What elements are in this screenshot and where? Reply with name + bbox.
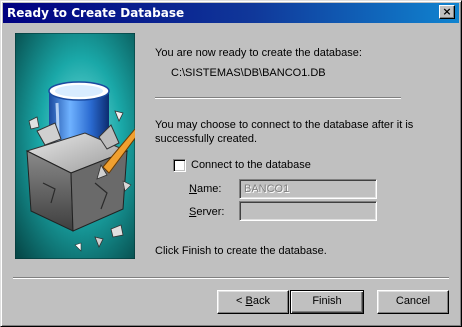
server-label: Server: [189,206,224,218]
finish-label: Finish [312,295,342,307]
connect-checkbox-label-text: Connect to the database [191,159,311,171]
back-label-prefix: < [236,295,246,307]
name-field[interactable]: BANCO1 [239,179,377,199]
title-bar[interactable]: Ready to Create Database × [3,3,459,23]
back-label-accesskey: B [245,295,253,307]
name-label-rest: ame: [196,183,222,195]
connect-checkbox[interactable] [173,159,186,172]
back-button[interactable]: < Back [217,290,289,314]
connect-explanation-line2: successfully created. [155,133,258,145]
button-area-divider [13,277,449,279]
connect-checkbox-label[interactable]: Connect to the database [191,159,311,171]
name-label: Name: [189,183,221,195]
back-label-rest: ack [252,295,270,307]
finish-button[interactable]: Finish [290,290,364,314]
window-title: Ready to Create Database [7,6,185,20]
ready-to-create-database-dialog: Ready to Create Database × You are now r… [0,0,462,327]
close-icon: × [442,5,452,18]
cancel-label: Cancel [395,295,431,307]
close-button[interactable]: × [439,5,455,19]
name-label-accesskey: N [189,183,197,195]
name-field-value: BANCO1 [244,183,290,195]
ready-message: You are now ready to create the database… [155,47,362,59]
content-divider [155,97,401,99]
server-label-rest: erver: [196,206,225,218]
database-wizard-artwork [15,33,135,259]
server-field[interactable] [239,201,377,221]
cancel-button[interactable]: Cancel [377,290,449,314]
connect-explanation-line1: You may choose to connect to the databas… [155,119,414,131]
finish-hint: Click Finish to create the database. [155,245,327,257]
database-path: C:\SISTEMAS\DB\BANCO1.DB [171,67,326,79]
